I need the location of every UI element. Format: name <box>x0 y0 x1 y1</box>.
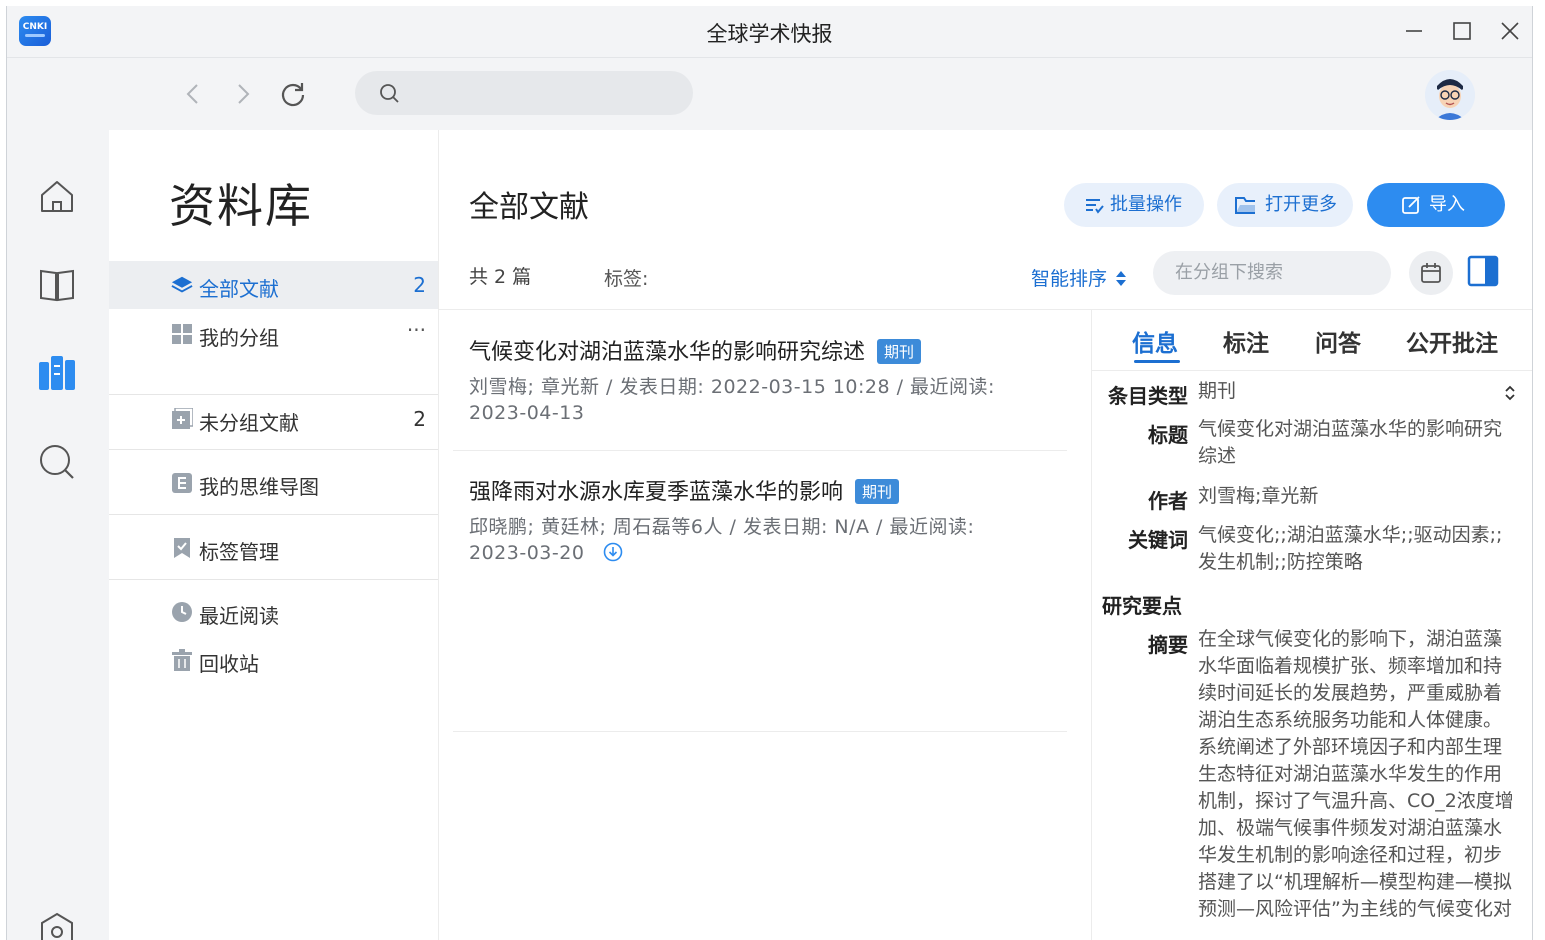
sort-caret-icon <box>1116 271 1127 286</box>
nav-rail <box>7 130 109 940</box>
ungrouped-count: 2 <box>413 407 426 431</box>
document-list: 气候变化对湖泊蓝藻水华的影响研究综述 期刊 刘雪梅; 章光新 / 发表日期: 20… <box>453 310 1085 940</box>
author-label: 作者 <box>1148 489 1188 513</box>
lib-item-ungrouped[interactable]: 未分组文献 2 <box>109 395 438 443</box>
list-item[interactable]: 气候变化对湖泊蓝藻水华的影响研究综述 期刊 刘雪梅; 章光新 / 发表日期: 20… <box>453 310 1067 451</box>
main-content: 全部文献 批量操作 打开更多 导入 共 2 篇 标签: 智能排序 在分组下搜索 <box>439 130 1532 940</box>
lib-item-mindmap[interactable]: 我的思维导图 <box>109 459 438 507</box>
doc-title[interactable]: 强降雨对水源水库夏季蓝藻水华的影响 <box>469 480 843 505</box>
title-value: 气候变化对湖泊蓝藻水华的影响研究综述 <box>1198 418 1503 467</box>
forward-icon[interactable] <box>229 80 257 108</box>
lib-item-all-docs[interactable]: 全部文献 2 <box>109 261 438 309</box>
bookmark-icon <box>174 538 190 558</box>
book-icon[interactable] <box>35 262 79 306</box>
library-title: 资料库 <box>169 179 313 233</box>
more-options-icon[interactable]: ··· <box>407 318 426 342</box>
lib-item-recent[interactable]: 最近阅读 <box>109 588 438 636</box>
lib-item-my-groups[interactable]: 我的分组 ··· <box>109 310 438 358</box>
author-value: 刘雪梅;章光新 <box>1198 485 1319 507</box>
side-panel-icon <box>1467 255 1499 287</box>
trash-icon <box>172 649 192 671</box>
library-sidebar: 资料库 全部文献 2 我的分组 ··· 未分组文献 2 我的思维导图 标签管理 <box>109 130 439 940</box>
maximize-icon[interactable] <box>1449 18 1475 44</box>
settings-icon[interactable] <box>35 910 79 940</box>
doc-title[interactable]: 气候变化对湖泊蓝藻水华的影响研究综述 <box>469 340 865 365</box>
divider <box>1092 370 1532 371</box>
tab-annotations[interactable]: 标注 <box>1223 324 1269 358</box>
window-title: 全球学术快报 <box>706 22 833 46</box>
tags-filter-label[interactable]: 标签: <box>604 264 648 291</box>
close-icon[interactable] <box>1497 18 1523 44</box>
title-bar: CNKI 全球学术快报 <box>7 6 1532 58</box>
add-box-icon <box>172 408 193 429</box>
library-icon[interactable] <box>35 350 79 394</box>
global-search-input[interactable] <box>355 71 693 115</box>
user-avatar[interactable] <box>1425 70 1475 120</box>
batch-list-icon <box>1086 199 1104 214</box>
item-type-label: 条目类型 <box>1108 384 1188 408</box>
refresh-icon[interactable] <box>279 80 307 108</box>
lib-item-tags[interactable]: 标签管理 <box>109 524 438 572</box>
layers-icon <box>171 276 193 293</box>
minimize-icon[interactable] <box>1401 18 1427 44</box>
tab-info[interactable]: 信息 <box>1132 324 1178 358</box>
back-icon[interactable] <box>179 80 207 108</box>
divider <box>453 731 1067 732</box>
grid-icon <box>172 324 192 344</box>
page-title: 全部文献 <box>469 190 589 225</box>
item-type-select[interactable]: 期刊 <box>1198 378 1516 405</box>
open-more-button[interactable]: 打开更多 <box>1217 183 1353 227</box>
journal-badge: 期刊 <box>877 339 922 364</box>
doc-meta: 邱晓鹏; 黄廷林; 周石磊等6人 / 发表日期: N/A / 最近阅读: 202… <box>469 516 975 564</box>
smart-sort-dropdown[interactable]: 智能排序 <box>1031 264 1127 291</box>
detail-panel: 信息 标注 问答 公开批注 条目类型 期刊 标题 气候变化对湖泊蓝藻水华的影响研… <box>1091 310 1532 940</box>
calendar-icon <box>1421 263 1441 283</box>
active-tab-indicator <box>1134 360 1180 363</box>
section-key-points: 研究要点 <box>1102 594 1182 618</box>
divider <box>109 579 438 580</box>
discover-search-icon[interactable] <box>35 440 79 484</box>
folder-open-icon <box>1235 197 1255 214</box>
tab-public-notes[interactable]: 公开批注 <box>1406 324 1498 358</box>
all-docs-count: 2 <box>413 273 426 297</box>
app-window: CNKI 全球学术快报 资料库 全部文献 2 我的分组 ··· 未分组文献 2 … <box>6 6 1533 940</box>
title-label: 标题 <box>1148 423 1188 447</box>
toggle-panel-button[interactable] <box>1467 255 1499 287</box>
divider <box>109 514 438 515</box>
clock-icon <box>172 602 192 622</box>
doc-count: 共 2 篇 <box>469 266 532 288</box>
abstract-label: 摘要 <box>1148 633 1188 657</box>
mindmap-icon <box>172 473 192 493</box>
toolbar <box>7 58 1532 130</box>
home-icon[interactable] <box>35 174 79 218</box>
doc-meta: 刘雪梅; 章光新 / 发表日期: 2022-03-15 10:28 / 最近阅读… <box>469 376 995 424</box>
tab-qa[interactable]: 问答 <box>1315 324 1361 358</box>
import-edit-icon <box>1402 196 1420 214</box>
lib-item-trash[interactable]: 回收站 <box>109 636 438 684</box>
group-search-input[interactable]: 在分组下搜索 <box>1153 251 1391 295</box>
keywords-value: 气候变化;;湖泊蓝藻水华;;驱动因素;;发生机制;;防控策略 <box>1198 524 1503 573</box>
abstract-value: 在全球气候变化的影响下，湖泊蓝藻水华面临着规模扩张、频率增加和持续时间延长的发展… <box>1198 628 1514 920</box>
divider <box>109 449 438 450</box>
import-button[interactable]: 导入 <box>1367 183 1505 227</box>
list-item[interactable]: 强降雨对水源水库夏季蓝藻水华的影响 期刊 邱晓鹏; 黄廷林; 周石磊等6人 / 发… <box>453 450 1067 732</box>
search-icon <box>380 84 399 103</box>
batch-operation-button[interactable]: 批量操作 <box>1064 183 1204 227</box>
keywords-label: 关键词 <box>1128 528 1188 552</box>
download-icon[interactable] <box>603 542 623 562</box>
select-caret-icon <box>1505 385 1515 401</box>
calendar-button[interactable] <box>1409 251 1453 295</box>
journal-badge: 期刊 <box>855 479 900 504</box>
